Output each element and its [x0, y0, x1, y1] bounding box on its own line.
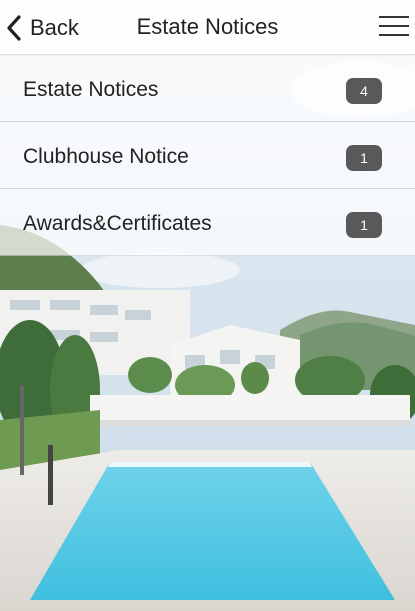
top-navigation-bar: Back Estate Notices — [0, 0, 415, 55]
notice-category-list: Estate Notices 4 Clubhouse Notice 1 Awar… — [0, 55, 415, 256]
list-item-label: Awards&Certificates — [23, 212, 212, 235]
menu-line — [379, 16, 409, 18]
count-badge: 1 — [346, 145, 382, 171]
list-item-label: Clubhouse Notice — [23, 145, 189, 168]
count-badge: 4 — [346, 78, 382, 104]
menu-line — [379, 34, 409, 36]
list-item-clubhouse-notice[interactable]: Clubhouse Notice 1 — [0, 122, 415, 189]
menu-line — [379, 25, 409, 27]
list-item-awards-certificates[interactable]: Awards&Certificates 1 — [0, 189, 415, 256]
list-item-estate-notices[interactable]: Estate Notices 4 — [0, 55, 415, 122]
back-button[interactable]: Back — [6, 8, 79, 48]
back-label: Back — [30, 15, 79, 40]
count-badge: 1 — [346, 212, 382, 238]
list-item-label: Estate Notices — [23, 78, 159, 101]
hamburger-menu-icon[interactable] — [379, 12, 409, 38]
chevron-left-icon — [7, 15, 21, 41]
